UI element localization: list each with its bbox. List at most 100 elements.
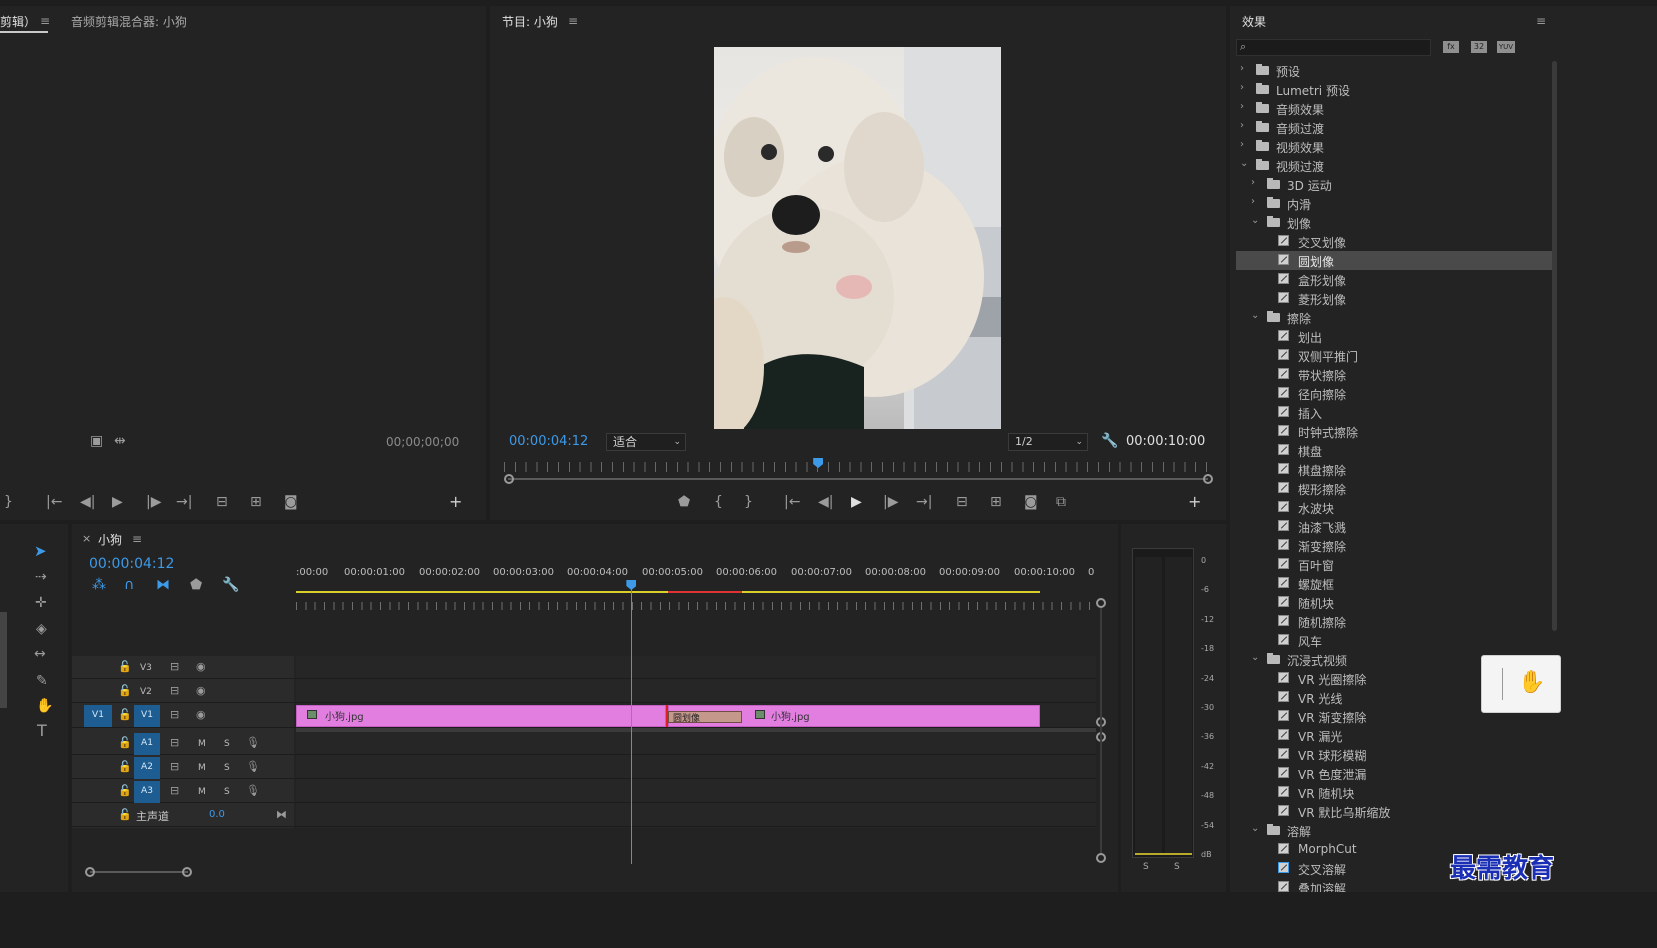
voiceover-mic-icon[interactable]: 🎙 xyxy=(246,760,260,774)
hand-tool-popup[interactable]: ✋ xyxy=(1481,655,1561,713)
pen-tool-icon[interactable]: ✎ xyxy=(36,674,48,688)
lock-icon[interactable]: 🔓 xyxy=(118,660,132,674)
effects-item[interactable]: 径向擦除 xyxy=(1236,384,1557,403)
effects-item[interactable]: 插入 xyxy=(1236,403,1557,422)
chevron-down-icon[interactable]: ⌄ xyxy=(1251,310,1259,321)
go-to-end-icon[interactable]: ⧓ xyxy=(276,808,287,822)
close-icon[interactable]: × xyxy=(82,532,91,545)
goto-out-icon[interactable]: →| xyxy=(916,495,932,509)
h-zoom-right-handle[interactable] xyxy=(182,867,192,877)
v-scroll-track[interactable] xyxy=(1100,608,1102,853)
timeline-timecode[interactable]: 00:00:04:12 xyxy=(89,556,174,572)
solo-button[interactable]: S xyxy=(224,787,230,797)
effects-item[interactable]: 交叉划像 xyxy=(1236,232,1557,251)
comparison-view-icon[interactable]: ⧉ xyxy=(1056,495,1066,509)
effects-item[interactable]: 随机擦除 xyxy=(1236,612,1557,631)
effects-item[interactable]: 百叶窗 xyxy=(1236,555,1557,574)
effects-folder[interactable]: ⌄ 划像 xyxy=(1236,213,1557,232)
effects-item[interactable]: 菱形划像 xyxy=(1236,289,1557,308)
slip-tool-icon[interactable]: ↔ xyxy=(34,647,46,661)
chevron-down-icon[interactable]: ⌄ xyxy=(1251,215,1259,226)
meter-solo-right[interactable]: S xyxy=(1174,862,1180,872)
source-step-back-icon[interactable]: ◀| xyxy=(80,495,95,509)
selection-tool-icon[interactable]: ➤ xyxy=(34,544,47,559)
track-v2-label[interactable]: V2 xyxy=(140,687,152,697)
source-play-icon[interactable]: ▶ xyxy=(112,495,123,509)
program-scrollbar[interactable] xyxy=(508,478,1208,480)
lock-icon[interactable]: 🔓 xyxy=(118,808,132,822)
effects-item[interactable]: VR 随机块 xyxy=(1236,783,1557,802)
clip-1[interactable]: 小狗.jpg xyxy=(296,705,666,727)
effects-item[interactable]: 螺旋框 xyxy=(1236,574,1557,593)
voiceover-mic-icon[interactable]: 🎙 xyxy=(246,784,260,798)
solo-button[interactable]: S xyxy=(224,763,230,773)
resolution-select[interactable]: 1/2 ⌄ xyxy=(1008,433,1088,451)
track-v3-label[interactable]: V3 xyxy=(140,663,152,673)
chevron-right-icon[interactable]: › xyxy=(1240,82,1244,93)
mute-button[interactable]: M xyxy=(198,739,206,749)
track-v1-label[interactable]: V1 xyxy=(134,705,160,727)
solo-button[interactable]: S xyxy=(224,739,230,749)
track-a2-label[interactable]: A2 xyxy=(134,757,160,779)
chevron-right-icon[interactable]: › xyxy=(1251,196,1255,207)
effects-item[interactable]: VR 球形模糊 xyxy=(1236,745,1557,764)
effects-item[interactable]: 盒形划像 xyxy=(1236,270,1557,289)
lock-icon[interactable]: 🔓 xyxy=(118,736,132,750)
h-zoom-left-handle[interactable] xyxy=(85,867,95,877)
effects-folder[interactable]: › 预设 xyxy=(1236,61,1557,80)
lock-icon[interactable]: 🔓 xyxy=(118,708,132,722)
drag-video-icon[interactable]: ⇹ xyxy=(114,434,126,448)
razor-tool-icon[interactable]: ◈ xyxy=(36,622,47,636)
sequence-tab[interactable]: 小狗 xyxy=(98,531,122,548)
timeline-settings-wrench-icon[interactable]: 🔧 xyxy=(222,578,239,592)
effects-menu-icon[interactable]: ≡ xyxy=(1536,14,1546,28)
effects-item[interactable]: 渐变擦除 xyxy=(1236,536,1557,555)
program-timecode[interactable]: 00:00:04:12 xyxy=(509,434,588,449)
play-icon[interactable]: ▶ xyxy=(851,495,862,509)
sync-lock-icon[interactable]: ⊟ xyxy=(170,660,179,674)
effects-folder[interactable]: › Lumetri 预设 xyxy=(1236,80,1557,99)
eye-icon[interactable]: ◉ xyxy=(196,708,206,722)
effects-folder[interactable]: › 3D 运动 xyxy=(1236,175,1557,194)
add-marker-icon[interactable]: ⬟ xyxy=(678,495,690,509)
chevron-right-icon[interactable]: › xyxy=(1240,120,1244,131)
tab-audio-mixer[interactable]: 音频剪辑混合器: 小狗 xyxy=(71,13,187,30)
add-marker-icon[interactable]: ⬟ xyxy=(190,578,202,592)
sync-lock-icon[interactable]: ⊟ xyxy=(170,708,179,722)
source-overwrite-icon[interactable]: ⊞ xyxy=(250,495,262,509)
source-patch-v1[interactable]: V1 xyxy=(84,705,112,727)
snap-magnet-icon[interactable]: ∩ xyxy=(124,578,134,592)
master-volume-value[interactable]: 0.0 xyxy=(209,809,225,820)
32bit-icon[interactable]: 32 xyxy=(1471,41,1487,53)
linked-selection-icon[interactable]: ⧓ xyxy=(156,578,170,592)
lock-icon[interactable]: 🔓 xyxy=(118,760,132,774)
eye-icon[interactable]: ◉ xyxy=(196,660,206,674)
mark-in-icon[interactable]: { xyxy=(714,495,723,509)
step-forward-icon[interactable]: |▶ xyxy=(883,495,898,509)
source-add-button[interactable]: + xyxy=(449,494,462,510)
chevron-down-icon[interactable]: ⌄ xyxy=(1251,823,1259,834)
chevron-down-icon[interactable]: ⌄ xyxy=(1251,652,1259,663)
h-zoom-track[interactable] xyxy=(90,871,188,873)
track-select-tool-icon[interactable]: ⇢ xyxy=(35,570,47,584)
export-frame-camera-icon[interactable]: ◙ xyxy=(1024,495,1038,509)
voiceover-mic-icon[interactable]: 🎙 xyxy=(246,736,260,750)
effects-item[interactable]: 油漆飞溅 xyxy=(1236,517,1557,536)
chevron-down-icon[interactable]: ⌄ xyxy=(1240,158,1248,169)
step-back-icon[interactable]: ◀| xyxy=(818,495,833,509)
mute-button[interactable]: M xyxy=(198,763,206,773)
effects-folder[interactable]: › 音频过渡 xyxy=(1236,118,1557,137)
chevron-right-icon[interactable]: › xyxy=(1240,101,1244,112)
sync-lock-icon[interactable]: ⊟ xyxy=(170,736,179,750)
program-add-button[interactable]: + xyxy=(1188,494,1201,510)
track-a3-label[interactable]: A3 xyxy=(134,781,160,803)
sync-lock-icon[interactable]: ⊟ xyxy=(170,760,179,774)
effects-item[interactable]: 风车 xyxy=(1236,631,1557,650)
effects-item[interactable]: 双侧平推门 xyxy=(1236,346,1557,365)
effects-search-input[interactable]: ⌕ xyxy=(1236,39,1431,56)
sync-lock-icon[interactable]: ⊟ xyxy=(170,784,179,798)
program-scrub-ruler[interactable] xyxy=(504,462,1210,472)
effects-folder[interactable]: ⌄ 视频过渡 xyxy=(1236,156,1557,175)
source-goto-out-icon[interactable]: →| xyxy=(176,495,192,509)
program-menu-icon[interactable]: ≡ xyxy=(568,14,578,28)
